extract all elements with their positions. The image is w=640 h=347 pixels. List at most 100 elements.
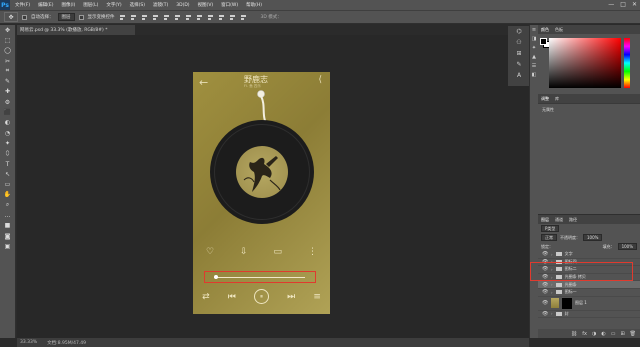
tab-color[interactable]: 颜色 [541, 27, 549, 33]
minimize-button[interactable]: — [608, 1, 614, 8]
previous-track-icon[interactable]: ⏮ [228, 292, 236, 302]
menu-edit[interactable]: 编辑(E) [38, 2, 53, 8]
menu-view[interactable]: 视图(V) [198, 2, 214, 8]
align-middle-icon[interactable] [130, 14, 137, 21]
playlist-icon[interactable]: ≡ [313, 292, 321, 302]
chevron-right-icon[interactable]: › [551, 290, 553, 295]
adjustment-layer-icon[interactable]: ◐ [601, 331, 605, 337]
style-icon[interactable]: ✦ [530, 43, 538, 52]
progress-knob[interactable] [213, 275, 218, 279]
download-icon[interactable]: ⇩ [240, 247, 248, 257]
artboard-music-player[interactable]: ← 野鹿志 Fl. 鱼 四乐 ⟨ ♡ ⇩ ▭ ⋮ ⇄ ⏮ ⏸ ⏭ ≡ [193, 72, 330, 314]
layer-item[interactable]: 👁 › 文字 [538, 251, 640, 259]
chevron-right-icon[interactable]: › [551, 282, 553, 287]
progress-track[interactable] [214, 277, 305, 278]
foreground-color-swatch[interactable] [540, 38, 547, 45]
loop-mode-icon[interactable]: ⇄ [202, 292, 210, 302]
zoom-tool-icon[interactable]: ⌕ [0, 200, 15, 210]
hue-slider[interactable] [624, 38, 630, 88]
auto-select-dropdown[interactable]: 图层 [57, 13, 75, 21]
distribute-left-icon[interactable] [218, 14, 225, 21]
tab-channels[interactable]: 通道 [555, 217, 563, 223]
marquee-tool-icon[interactable]: ⬚ [0, 35, 15, 45]
align-left-icon[interactable] [152, 14, 159, 21]
next-track-icon[interactable]: ⏭ [287, 292, 295, 302]
menu-window[interactable]: 窗口(W) [221, 2, 238, 8]
align-center-icon[interactable] [163, 14, 170, 21]
properties-panel-icon[interactable]: ⚇ [508, 37, 530, 48]
menu-help[interactable]: 帮助(H) [246, 2, 262, 8]
zoom-level[interactable]: 33.33% [20, 340, 37, 345]
tab-swatches[interactable]: 色板 [555, 27, 563, 33]
history-brush-tool-icon[interactable]: ◐ [0, 118, 15, 128]
panel-menu-icon[interactable]: ≡ [530, 25, 538, 34]
visibility-eye-icon[interactable]: 👁 [542, 300, 548, 306]
align-bottom-icon[interactable] [141, 14, 148, 21]
distribute-right-icon[interactable] [240, 14, 247, 21]
new-layer-icon[interactable]: ⊞ [620, 331, 624, 337]
like-heart-icon[interactable]: ♡ [206, 247, 214, 257]
more-tools-icon[interactable]: … [0, 210, 15, 220]
document-tab[interactable]: 网易云.psd @ 33.3% (歌播放, RGB/8#) * [17, 25, 135, 35]
brush-panel-icon[interactable]: ✎ [508, 59, 530, 70]
visibility-eye-icon[interactable]: 👁 [542, 289, 548, 295]
pause-button[interactable]: ⏸ [253, 289, 269, 304]
fill-field[interactable]: 100% [617, 243, 637, 250]
brush-tool-icon[interactable]: ⚙ [0, 97, 15, 107]
visibility-eye-icon[interactable]: 👁 [542, 251, 548, 257]
menu-3d[interactable]: 3D(D) [176, 3, 189, 8]
more-options-icon[interactable]: ⋮ [308, 247, 317, 257]
type-tool-icon[interactable]: T [0, 159, 15, 169]
add-mask-icon[interactable]: ◑ [592, 331, 596, 337]
menu-image[interactable]: 图像(I) [61, 2, 75, 8]
layer-item[interactable]: 👁 › 图标一 [538, 289, 640, 297]
visibility-eye-icon[interactable]: 👁 [542, 282, 548, 288]
tab-paths[interactable]: 路径 [569, 217, 577, 223]
distribute-bottom-icon[interactable] [207, 14, 214, 21]
menu-filter[interactable]: 滤镜(T) [153, 2, 168, 8]
menu-layer[interactable]: 图层(L) [83, 2, 98, 8]
healing-tool-icon[interactable]: ✚ [0, 87, 15, 97]
comment-icon[interactable]: ▭ [274, 247, 283, 257]
menu-file[interactable]: 文件(F) [15, 2, 30, 8]
shape-icon[interactable]: ▲ [530, 52, 538, 61]
chevron-right-icon[interactable]: › [551, 252, 553, 257]
align-right-icon[interactable] [174, 14, 181, 21]
eyedropper-tool-icon[interactable]: ✎ [0, 76, 15, 86]
move-tool-preset-icon[interactable]: ✥ [4, 12, 18, 22]
color-picker-field[interactable] [549, 38, 621, 88]
history-panel-icon[interactable]: ⌬ [508, 26, 530, 37]
move-tool-icon[interactable]: ✥ [0, 25, 15, 35]
blend-mode-dropdown[interactable]: 正常 [541, 234, 557, 241]
layer-item-selected[interactable]: 👁 › 光圈条 [538, 281, 640, 289]
align-top-icon[interactable] [119, 14, 126, 21]
distribute-middle-icon[interactable] [196, 14, 203, 21]
eraser-tool-icon[interactable]: ◔ [0, 128, 15, 138]
distribute-center-icon[interactable] [229, 14, 236, 21]
layer-item[interactable]: 👁 › 封 [538, 311, 640, 319]
foreground-background-icon[interactable]: ■ [0, 221, 15, 231]
quick-mask-icon[interactable]: ◙ [0, 231, 15, 241]
grid-panel-icon[interactable]: ⊞ [508, 48, 530, 59]
quick-select-tool-icon[interactable]: ✂ [0, 56, 15, 66]
lasso-tool-icon[interactable]: ◯ [0, 46, 15, 56]
stamp-tool-icon[interactable]: ⬛ [0, 107, 15, 117]
hand-tool-icon[interactable]: ✋ [0, 190, 15, 200]
distribute-top-icon[interactable] [185, 14, 192, 21]
dodge-tool-icon[interactable]: ⬯ [0, 149, 15, 159]
tab-layers[interactable]: 图层 [541, 217, 549, 223]
layer-filter-dropdown[interactable]: P类型 [541, 225, 560, 232]
layer-item[interactable]: 👁 图层 1 [538, 297, 640, 311]
layer-style-icon[interactable]: fx [582, 331, 587, 337]
opacity-field[interactable]: 100% [583, 234, 603, 241]
character-panel-icon[interactable]: A [508, 70, 530, 81]
show-transform-checkbox[interactable] [78, 14, 84, 20]
auto-select-checkbox[interactable] [22, 14, 27, 20]
menu-select[interactable]: 选择(S) [130, 2, 145, 8]
adjust-icon[interactable]: ◧ [530, 70, 538, 79]
menu-type[interactable]: 文字(Y) [106, 2, 121, 8]
crop-tool-icon[interactable]: ⌗ [0, 66, 15, 76]
maximize-button[interactable]: □ [620, 1, 626, 8]
swatch-icon[interactable]: ◨ [530, 34, 538, 43]
link-layers-icon[interactable]: ⛓ [571, 331, 577, 337]
